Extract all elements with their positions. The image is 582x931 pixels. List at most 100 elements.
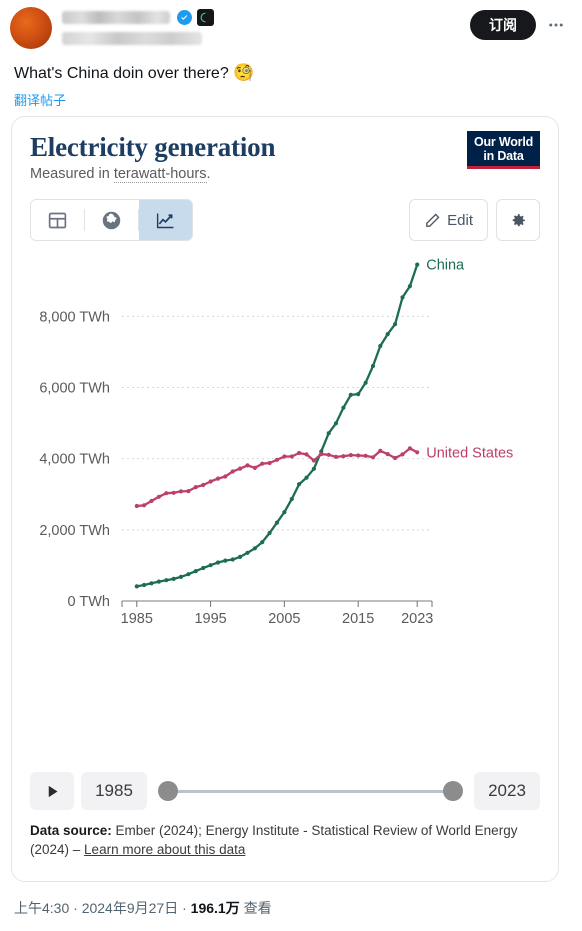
data-point[interactable] xyxy=(260,540,265,545)
data-point[interactable] xyxy=(297,450,302,456)
data-point[interactable] xyxy=(333,454,339,459)
data-point[interactable] xyxy=(378,448,383,453)
data-point[interactable] xyxy=(208,479,213,484)
data-point[interactable] xyxy=(304,452,309,457)
data-point[interactable] xyxy=(370,363,376,369)
data-point[interactable] xyxy=(186,489,191,494)
data-point[interactable] xyxy=(378,343,383,349)
data-point[interactable] xyxy=(311,466,316,471)
data-point[interactable] xyxy=(134,503,139,509)
series-label-united-states[interactable]: United States xyxy=(426,445,513,461)
data-point[interactable] xyxy=(164,578,169,583)
data-point[interactable] xyxy=(186,572,191,577)
edit-button[interactable]: Edit xyxy=(409,199,488,241)
learn-more-link[interactable]: Learn more about this data xyxy=(84,842,245,857)
series-line-united-states[interactable] xyxy=(135,447,419,508)
tab-map[interactable] xyxy=(85,200,138,240)
play-button[interactable] xyxy=(30,772,74,810)
data-point[interactable] xyxy=(348,453,353,458)
data-point[interactable] xyxy=(238,466,243,471)
data-point[interactable] xyxy=(282,454,287,459)
data-point[interactable] xyxy=(407,284,412,289)
data-point[interactable] xyxy=(142,582,147,588)
series-label-china[interactable]: China xyxy=(426,258,465,274)
timeline-slider[interactable] xyxy=(154,772,467,810)
data-point[interactable] xyxy=(356,453,361,458)
data-point[interactable] xyxy=(164,491,169,496)
data-point[interactable] xyxy=(415,262,420,267)
data-point[interactable] xyxy=(385,332,390,337)
data-point[interactable] xyxy=(326,431,331,436)
data-point[interactable] xyxy=(400,452,405,457)
data-point[interactable] xyxy=(341,405,346,410)
data-point[interactable] xyxy=(178,489,184,494)
data-point[interactable] xyxy=(407,446,412,451)
data-point[interactable] xyxy=(193,569,198,574)
more-options-icon[interactable] xyxy=(542,11,570,39)
timeline-end-year[interactable]: 2023 xyxy=(474,772,540,810)
data-point[interactable] xyxy=(156,494,161,499)
data-point[interactable] xyxy=(142,503,147,508)
data-point[interactable] xyxy=(267,530,272,536)
data-point[interactable] xyxy=(134,584,139,589)
chart-subtitle-term[interactable]: terawatt-hours xyxy=(113,166,207,183)
data-point[interactable] xyxy=(245,550,250,555)
data-point[interactable] xyxy=(282,510,287,515)
data-point[interactable] xyxy=(304,475,309,480)
avatar[interactable] xyxy=(10,7,52,49)
data-point[interactable] xyxy=(252,465,257,470)
data-point[interactable] xyxy=(171,576,176,581)
data-point[interactable] xyxy=(311,458,316,463)
data-point[interactable] xyxy=(260,461,265,466)
data-point[interactable] xyxy=(393,322,398,327)
data-point[interactable] xyxy=(171,490,176,495)
series-line-china[interactable] xyxy=(135,263,419,588)
data-point[interactable] xyxy=(230,557,235,562)
translate-post-link[interactable]: 翻译帖子 xyxy=(0,84,80,109)
data-point[interactable] xyxy=(178,574,184,579)
subscribe-button[interactable]: 订阅 xyxy=(470,10,536,40)
owid-logo[interactable]: Our World in Data xyxy=(467,131,540,169)
data-point[interactable] xyxy=(274,520,280,525)
data-point[interactable] xyxy=(208,563,213,568)
data-point[interactable] xyxy=(393,455,398,461)
data-point[interactable] xyxy=(245,463,250,468)
data-point[interactable] xyxy=(274,457,280,462)
data-point[interactable] xyxy=(149,581,154,586)
data-point[interactable] xyxy=(319,452,324,457)
timeline-start-year[interactable]: 1985 xyxy=(81,772,147,810)
data-point[interactable] xyxy=(363,453,368,458)
data-point[interactable] xyxy=(223,474,228,479)
data-point[interactable] xyxy=(333,421,339,426)
data-point[interactable] xyxy=(415,450,420,455)
data-point[interactable] xyxy=(201,565,206,571)
data-point[interactable] xyxy=(297,482,302,487)
data-point[interactable] xyxy=(326,452,331,457)
data-point[interactable] xyxy=(201,482,206,488)
data-point[interactable] xyxy=(370,455,376,460)
data-point[interactable] xyxy=(289,454,294,459)
data-point[interactable] xyxy=(289,496,294,502)
data-point[interactable] xyxy=(400,295,405,300)
data-point[interactable] xyxy=(385,452,390,457)
affiliate-badge-icon[interactable] xyxy=(197,8,214,26)
tab-chart[interactable] xyxy=(139,200,192,240)
slider-handle-end[interactable] xyxy=(443,781,463,801)
data-point[interactable] xyxy=(252,546,257,551)
settings-button[interactable] xyxy=(496,199,540,241)
tab-table[interactable] xyxy=(31,200,84,240)
data-point[interactable] xyxy=(156,579,161,584)
data-point[interactable] xyxy=(363,380,368,385)
data-point[interactable] xyxy=(356,392,361,397)
data-point[interactable] xyxy=(230,469,235,474)
data-point[interactable] xyxy=(238,554,243,559)
data-point[interactable] xyxy=(215,560,221,565)
line-chart-svg[interactable]: 0 TWh 2,000 TWh 4,000 TWh 6,000 TWh 8,000 TW… xyxy=(30,245,542,645)
slider-handle-start[interactable] xyxy=(158,781,178,801)
data-point[interactable] xyxy=(149,498,154,504)
data-point[interactable] xyxy=(215,476,221,481)
data-point[interactable] xyxy=(348,392,353,397)
data-point[interactable] xyxy=(341,454,346,459)
data-point[interactable] xyxy=(223,558,228,563)
data-point[interactable] xyxy=(267,460,272,466)
